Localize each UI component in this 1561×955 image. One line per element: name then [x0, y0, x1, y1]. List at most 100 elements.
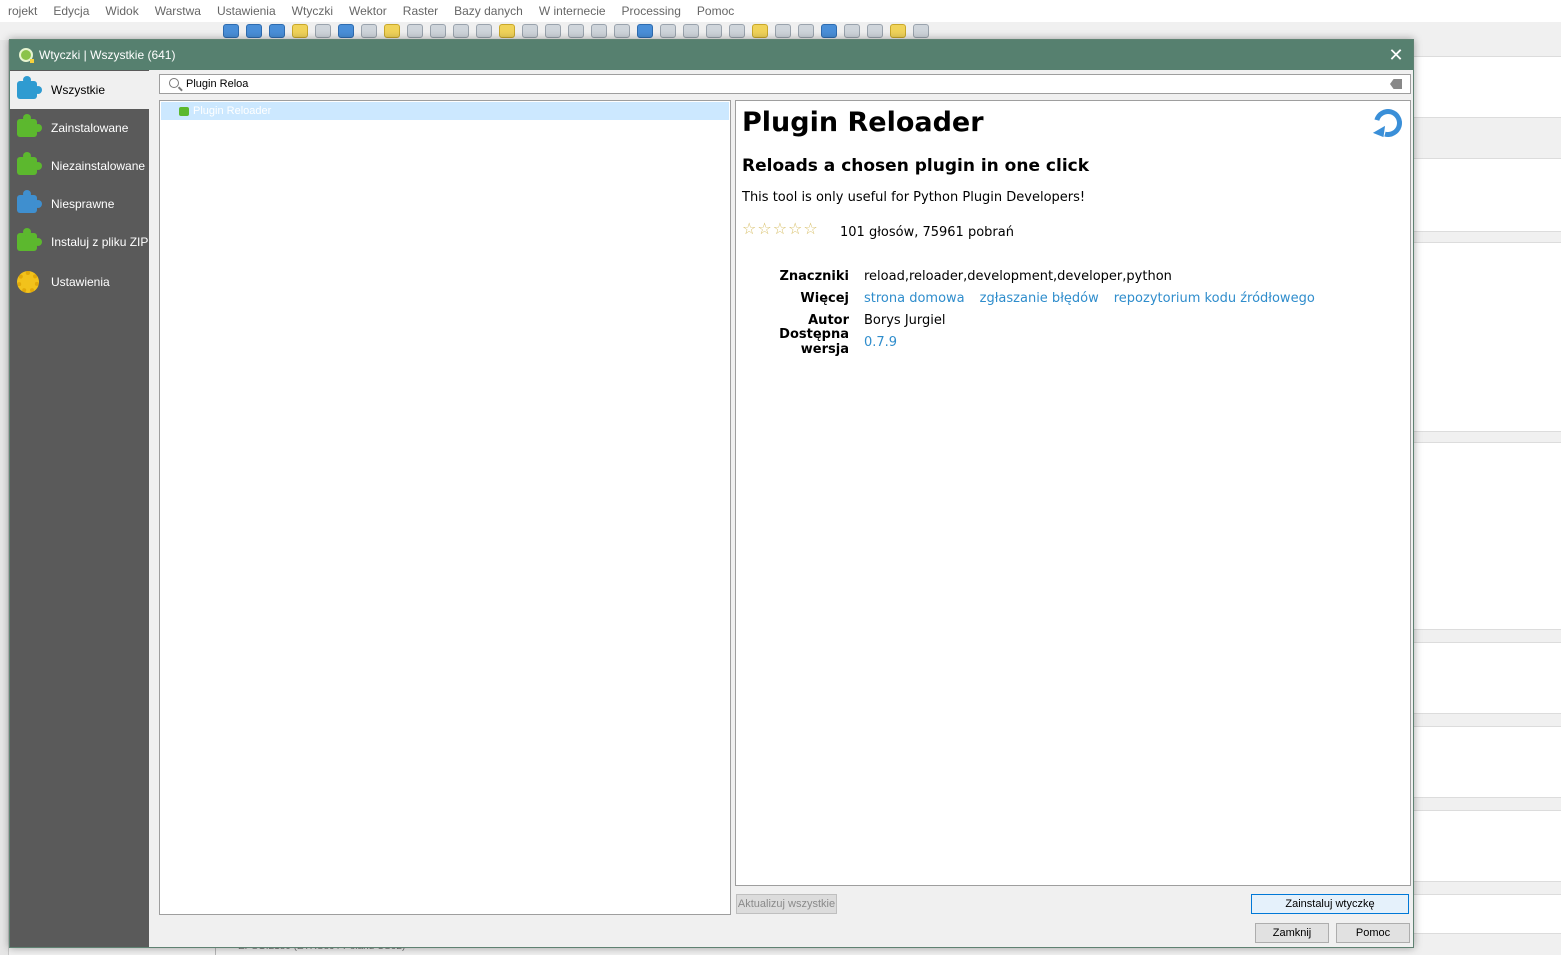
new-project-icon[interactable]: [223, 24, 239, 38]
sidebar-item-label: Niezainstalowane: [51, 159, 146, 173]
attribute-table-icon[interactable]: [752, 24, 768, 38]
sidebar-item-invalid[interactable]: Niesprawne: [10, 185, 149, 223]
new-map-view-icon[interactable]: [591, 24, 607, 38]
field-calculator-icon[interactable]: [775, 24, 791, 38]
meta-key: Autor: [808, 312, 849, 328]
zoom-layer-icon[interactable]: [522, 24, 538, 38]
sum-icon[interactable]: [844, 24, 860, 38]
deselect-icon[interactable]: [729, 24, 745, 38]
menu-processing[interactable]: Processing: [614, 4, 689, 18]
sidebar-item-all[interactable]: Wszystkie: [10, 71, 149, 109]
text-annotation-icon[interactable]: [913, 24, 929, 38]
sidebar-item-label: Wszystkie: [51, 83, 105, 97]
menu-settings[interactable]: Ustawienia: [209, 4, 284, 18]
open-project-icon[interactable]: [246, 24, 262, 38]
zoom-in-icon[interactable]: [407, 24, 423, 38]
right-panel-block: [1414, 56, 1561, 118]
menu-view[interactable]: Widok: [97, 4, 146, 18]
close-icon[interactable]: ✕: [1385, 44, 1407, 66]
plugin-list[interactable]: Plugin Reloader: [159, 100, 731, 915]
menu-vector[interactable]: Wektor: [341, 4, 395, 18]
meta-row-version: Dostępna wersja 0.7.9: [742, 327, 1330, 357]
sidebar-item-not-installed[interactable]: Niezainstalowane: [10, 147, 149, 185]
search-input[interactable]: [186, 76, 1376, 92]
zoom-native-icon[interactable]: [453, 24, 469, 38]
star-icon: ☆: [788, 219, 803, 238]
zoom-selection-icon[interactable]: [499, 24, 515, 38]
processing-toolbox-icon[interactable]: [821, 24, 837, 38]
pan-icon[interactable]: [361, 24, 377, 38]
puzzle-installed-icon: [15, 114, 42, 141]
right-panel-block: [1414, 894, 1561, 934]
main-toolbar: [215, 22, 1415, 40]
list-item-label: Plugin Reloader: [193, 105, 272, 117]
menu-raster[interactable]: Raster: [395, 4, 446, 18]
plugin-title: Plugin Reloader: [742, 107, 984, 138]
refresh-icon[interactable]: [637, 24, 653, 38]
meta-row-more: Więcej strona domowa zgłaszanie błędów r…: [742, 287, 1330, 309]
menu-database[interactable]: Bazy danych: [446, 4, 531, 18]
zoom-next-icon[interactable]: [568, 24, 584, 38]
bug-tracker-link[interactable]: zgłaszanie błędów: [980, 291, 1099, 306]
layout-manager-icon[interactable]: [315, 24, 331, 38]
menu-plugins[interactable]: Wtyczki: [284, 4, 341, 18]
menu-help[interactable]: Pomoc: [689, 4, 742, 18]
tip-icon[interactable]: [890, 24, 906, 38]
star-icon: ☆: [772, 219, 788, 238]
sidebar-item-label: Zainstalowane: [51, 121, 129, 135]
plugin-subtitle: Reloads a chosen plugin in one click: [742, 156, 1090, 176]
code-repository-link[interactable]: repozytorium kodu źródłowego: [1114, 291, 1315, 306]
style-manager-icon[interactable]: [338, 24, 354, 38]
sidebar-item-settings[interactable]: Ustawienia: [10, 263, 149, 301]
new-layout-icon[interactable]: [292, 24, 308, 38]
meta-row-tags: Znaczniki reload,reloader,development,de…: [742, 265, 1330, 287]
star-icon: ☆: [803, 219, 818, 238]
version-link[interactable]: 0.7.9: [864, 335, 897, 350]
identify-icon[interactable]: [660, 24, 676, 38]
menu-edit[interactable]: Edycja: [45, 4, 97, 18]
sidebar-item-install-zip[interactable]: Instaluj z pliku ZIP: [10, 223, 149, 261]
puzzle-icon: [179, 106, 189, 116]
author-value: Borys Jurgiel: [864, 312, 946, 328]
reload-icon: [1368, 103, 1408, 143]
right-panel-block: [1414, 642, 1561, 714]
meta-key: Znaczniki: [779, 268, 849, 284]
upgrade-all-button[interactable]: Aktualizuj wszystkie: [736, 894, 837, 914]
plugins-dialog: Wtyczki | Wszystkie (641) ✕ Wszystkie Za…: [9, 39, 1414, 948]
menu-web[interactable]: W internecie: [531, 4, 614, 18]
right-panel-block: [1414, 726, 1561, 798]
measure-icon[interactable]: [867, 24, 883, 38]
pan-to-selection-icon[interactable]: [384, 24, 400, 38]
plugins-sidebar: Wszystkie Zainstalowane Niezainstalowane…: [10, 70, 149, 947]
list-item[interactable]: Plugin Reloader: [161, 102, 729, 120]
bookmark-icon[interactable]: [614, 24, 630, 38]
plugin-details-panel: Plugin Reloader Reloads a chosen plugin …: [735, 100, 1411, 886]
star-icon: ☆: [757, 219, 772, 238]
statistics-icon[interactable]: [798, 24, 814, 38]
save-project-icon[interactable]: [269, 24, 285, 38]
clear-search-icon[interactable]: [1390, 79, 1402, 89]
qgis-app: rojekt Edycja Widok Warstwa Ustawienia W…: [0, 0, 1561, 955]
puzzle-all-icon: [15, 76, 42, 103]
sidebar-item-label: Niesprawne: [51, 197, 115, 211]
meta-key: Dostępna wersja: [779, 327, 849, 357]
sidebar-item-label: Ustawienia: [51, 275, 110, 289]
dialog-titlebar[interactable]: Wtyczki | Wszystkie (641) ✕: [10, 40, 1413, 70]
sidebar-item-installed[interactable]: Zainstalowane: [10, 109, 149, 147]
menu-layer[interactable]: Warstwa: [147, 4, 209, 18]
select-icon[interactable]: [706, 24, 722, 38]
zoom-out-icon[interactable]: [430, 24, 446, 38]
zoom-full-icon[interactable]: [476, 24, 492, 38]
help-button[interactable]: Pomoc: [1336, 923, 1410, 943]
close-button[interactable]: Zamknij: [1255, 923, 1329, 943]
menu-project[interactable]: rojekt: [0, 4, 45, 18]
plugin-search-box[interactable]: [159, 74, 1411, 94]
plugin-description: This tool is only useful for Python Plug…: [742, 190, 1086, 205]
install-plugin-button[interactable]: Zainstaluj wtyczkę: [1251, 894, 1409, 914]
qgis-logo-icon: [19, 48, 34, 63]
right-panel-block: [1414, 810, 1561, 882]
zoom-last-icon[interactable]: [545, 24, 561, 38]
actions-icon[interactable]: [683, 24, 699, 38]
homepage-link[interactable]: strona domowa: [864, 291, 965, 306]
main-menubar: rojekt Edycja Widok Warstwa Ustawienia W…: [0, 0, 1561, 22]
